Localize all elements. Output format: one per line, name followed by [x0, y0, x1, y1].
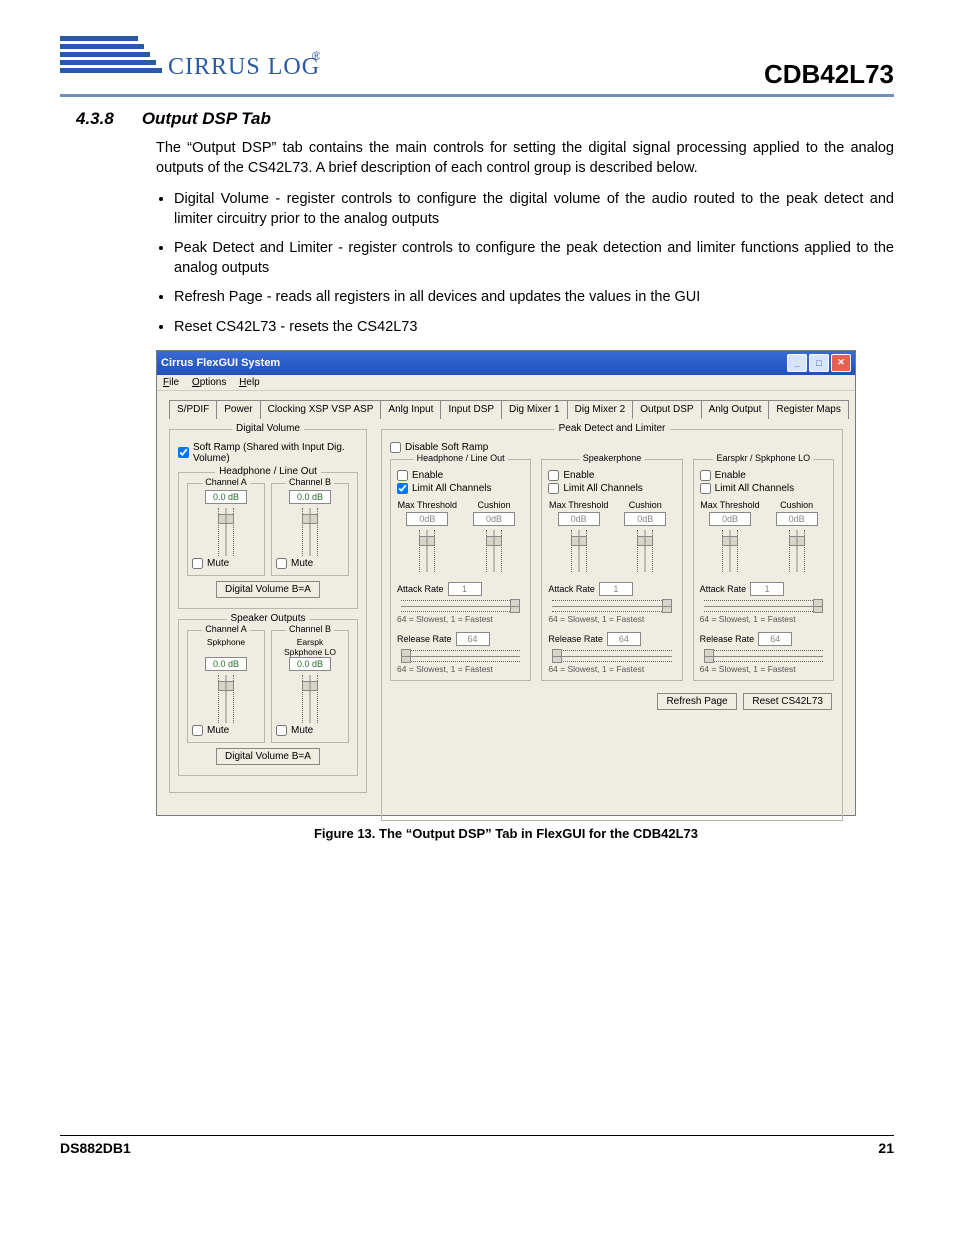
section-number: 4.3.8: [76, 109, 114, 129]
bullet-item: Peak Detect and Limiter - register contr…: [174, 239, 894, 278]
bullet-item: Refresh Page - reads all registers in al…: [174, 288, 894, 308]
pd-hp-block: Headphone / Line Out Enable Limit All Ch…: [390, 459, 531, 681]
disable-soft-ramp-checkbox[interactable]: Disable Soft Ramp: [390, 442, 834, 453]
tab-power[interactable]: Power: [216, 400, 260, 419]
pd-spk-block: Speakerphone Enable Limit All Channels M…: [541, 459, 682, 681]
hp-vol-ba-button[interactable]: Digital Volume B=A: [216, 581, 320, 598]
pd-ear-block: Earspkr / Spkphone LO Enable Limit All C…: [693, 459, 834, 681]
figure-caption: Figure 13. The “Output DSP” Tab in FlexG…: [156, 826, 856, 841]
menu-file[interactable]: File: [163, 377, 179, 388]
pd-hp-attack-slider[interactable]: [401, 600, 520, 612]
dv-legend: Digital Volume: [232, 423, 304, 434]
hp-b-value[interactable]: 0.0 dB: [289, 490, 331, 504]
tab-output-dsp[interactable]: Output DSP: [632, 400, 701, 419]
app-window: Cirrus FlexGUI System _ □ ✕ File Options…: [156, 350, 856, 816]
pd-hp-release-slider[interactable]: [401, 650, 520, 662]
spk-vol-ba-button[interactable]: Digital Volume B=A: [216, 748, 320, 765]
bullet-list: Digital Volume - register controls to co…: [156, 190, 894, 337]
hp-channel-a: Channel A 0.0 dB Mute: [187, 483, 265, 576]
spk-b-value[interactable]: 0.0 dB: [289, 657, 331, 671]
pd-ear-release-slider[interactable]: [704, 650, 823, 662]
tab-dig-mixer-2[interactable]: Dig Mixer 2: [567, 400, 634, 419]
bullet-item: Reset CS42L73 - resets the CS42L73: [174, 318, 894, 338]
product-code: CDB42L73: [764, 59, 894, 90]
pd-ear-max-slider[interactable]: [722, 530, 738, 572]
pd-ear-attack-slider[interactable]: [704, 600, 823, 612]
pd-spk-limit[interactable]: Limit All Channels: [548, 483, 675, 494]
reset-button[interactable]: Reset CS42L73: [743, 693, 832, 710]
spk-b-mute[interactable]: Mute: [276, 725, 344, 736]
section-title: Output DSP Tab: [142, 109, 271, 129]
speaker-outputs-group: Speaker Outputs Channel A Spkphone 0.0 d…: [178, 619, 358, 776]
spk-channel-a: Channel A Spkphone 0.0 dB Mute: [187, 630, 265, 743]
spk-a-mute[interactable]: Mute: [192, 725, 260, 736]
soft-ramp-checkbox[interactable]: Soft Ramp (Shared with Input Dig. Volume…: [178, 442, 358, 464]
pd-spk-enable[interactable]: Enable: [548, 470, 675, 481]
spk-a-slider[interactable]: [218, 675, 234, 723]
titlebar: Cirrus FlexGUI System _ □ ✕: [157, 351, 855, 375]
tab-clocking[interactable]: Clocking XSP VSP ASP: [260, 400, 382, 419]
tab-register-maps[interactable]: Register Maps: [768, 400, 848, 419]
pd-spk-release-slider[interactable]: [552, 650, 671, 662]
pd-spk-cushion-slider[interactable]: [637, 530, 653, 572]
menu-options[interactable]: Options: [192, 377, 226, 388]
pd-hp-cushion-slider[interactable]: [486, 530, 502, 572]
bullet-item: Digital Volume - register controls to co…: [174, 190, 894, 229]
tab-anlg-output[interactable]: Anlg Output: [701, 400, 770, 419]
tab-input-dsp[interactable]: Input DSP: [440, 400, 502, 419]
hp-b-slider[interactable]: [302, 508, 318, 556]
spk-channel-b: Channel B Earspk Spkphone LO 0.0 dB Mute: [271, 630, 349, 743]
minimize-button[interactable]: _: [787, 354, 807, 372]
tabstrip: S/PDIF Power Clocking XSP VSP ASP Anlg I…: [169, 399, 843, 419]
figure: Cirrus FlexGUI System _ □ ✕ File Options…: [156, 350, 856, 841]
footer-left: DS882DB1: [60, 1140, 131, 1156]
maximize-button[interactable]: □: [809, 354, 829, 372]
company-logo: CIRRUS LOGIC ®: [60, 30, 320, 90]
pd-ear-enable[interactable]: Enable: [700, 470, 827, 481]
section-heading: 4.3.8 Output DSP Tab: [76, 109, 894, 129]
hp-lineout-group: Headphone / Line Out Channel A 0.0 dB Mu…: [178, 472, 358, 609]
window-title: Cirrus FlexGUI System: [161, 357, 280, 369]
digital-volume-group: Digital Volume Soft Ramp (Shared with In…: [169, 429, 367, 793]
hp-a-mute[interactable]: Mute: [192, 558, 260, 569]
logo-text: CIRRUS LOGIC: [168, 54, 320, 80]
svg-text:®: ®: [312, 49, 320, 63]
pd-ear-limit[interactable]: Limit All Channels: [700, 483, 827, 494]
footer-right: 21: [878, 1140, 894, 1156]
tab-dig-mixer-1[interactable]: Dig Mixer 1: [501, 400, 568, 419]
page-header: CIRRUS LOGIC ® CDB42L73: [60, 30, 894, 97]
pd-hp-max-slider[interactable]: [419, 530, 435, 572]
hp-b-mute[interactable]: Mute: [276, 558, 344, 569]
peak-detect-group: Peak Detect and Limiter Disable Soft Ram…: [381, 429, 843, 821]
menu-help[interactable]: Help: [239, 377, 260, 388]
spk-a-value[interactable]: 0.0 dB: [205, 657, 247, 671]
pd-hp-enable[interactable]: Enable: [397, 470, 524, 481]
close-button[interactable]: ✕: [831, 354, 851, 372]
pd-spk-max-slider[interactable]: [571, 530, 587, 572]
refresh-page-button[interactable]: Refresh Page: [657, 693, 736, 710]
hp-channel-b: Channel B 0.0 dB Mute: [271, 483, 349, 576]
hp-a-slider[interactable]: [218, 508, 234, 556]
hp-a-value[interactable]: 0.0 dB: [205, 490, 247, 504]
pd-ear-cushion-slider[interactable]: [789, 530, 805, 572]
pd-hp-limit[interactable]: Limit All Channels: [397, 483, 524, 494]
page-footer: DS882DB1 21: [60, 1135, 894, 1156]
tab-anlg-input[interactable]: Anlg Input: [380, 400, 441, 419]
menubar: File Options Help: [157, 375, 855, 391]
intro-paragraph: The “Output DSP” tab contains the main c…: [156, 139, 894, 178]
spk-b-slider[interactable]: [302, 675, 318, 723]
pd-spk-attack-slider[interactable]: [552, 600, 671, 612]
tab-spdif[interactable]: S/PDIF: [169, 400, 217, 419]
